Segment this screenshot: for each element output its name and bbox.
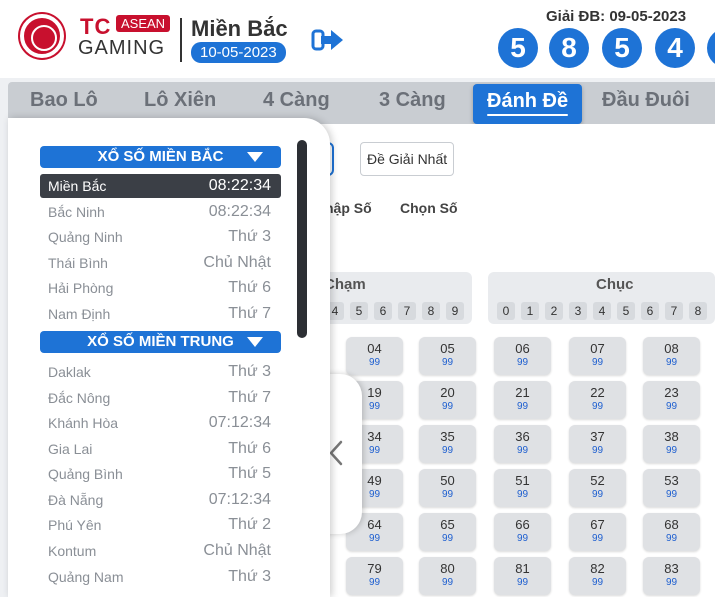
group-cham-title: Chạm	[324, 276, 366, 293]
brand-gaming: GAMING	[78, 37, 166, 59]
cham-digit[interactable]: 6	[374, 302, 392, 320]
chuc-digit[interactable]: 3	[569, 302, 587, 320]
number-cell[interactable]: 37 99	[569, 425, 626, 463]
number-cell[interactable]: 79 99	[346, 557, 403, 595]
number-cell[interactable]: 35 99	[419, 425, 476, 463]
chip-logo-icon	[20, 14, 64, 58]
section-title: XỔ SỐ MIỀN BẮC	[97, 148, 224, 165]
brand-asean-badge: ASEAN	[116, 15, 171, 32]
sidebar-item-daklak[interactable]: Daklak Thứ 3	[40, 360, 281, 384]
chuc-digit[interactable]: 0	[497, 302, 515, 320]
tab-bao-lo[interactable]: Bao Lô	[30, 89, 98, 112]
cham-digit[interactable]: 7	[398, 302, 416, 320]
region-date: 10-05-2023	[191, 42, 286, 63]
number-cell[interactable]: 05 99	[419, 337, 476, 375]
number-cell[interactable]: 68 99	[643, 513, 700, 551]
number-cell[interactable]: 06 99	[494, 337, 551, 375]
header-divider	[180, 18, 182, 62]
sidebar-item-bac-ninh[interactable]: Bắc Ninh 08:22:34	[40, 200, 281, 224]
sidebar-item-mien-bac[interactable]: Miền Bắc 08:22:34	[40, 174, 281, 198]
sidebar-item-nam-dinh[interactable]: Nam Định Thứ 7	[40, 302, 281, 326]
sidebar-item-quang-nam[interactable]: Quảng Nam Thứ 3	[40, 565, 281, 589]
chuc-digit[interactable]: 8	[689, 302, 707, 320]
number-cell[interactable]: 08 99	[643, 337, 700, 375]
tab-lo-xien[interactable]: Lô Xiên	[144, 89, 216, 112]
number-cell[interactable]: 80 99	[419, 557, 476, 595]
number-cell[interactable]: 67 99	[569, 513, 626, 551]
number-cell[interactable]: 20 99	[419, 381, 476, 419]
region-name: Miền Bắc	[191, 16, 288, 41]
result-digit-partial	[707, 28, 715, 68]
section-mien-bac-header[interactable]: XỔ SỐ MIỀN BẮC	[40, 146, 281, 168]
mode-nhap-so[interactable]: hập Số	[325, 200, 372, 216]
sidebar-item-dac-nong[interactable]: Đắc Nông Thứ 7	[40, 386, 281, 410]
tab-danh-de[interactable]: Đánh Đề	[473, 84, 583, 124]
sidebar-item-thai-binh[interactable]: Thái Bình Chủ Nhật	[40, 251, 281, 275]
number-cell[interactable]: 66 99	[494, 513, 551, 551]
number-cell[interactable]: 21 99	[494, 381, 551, 419]
sidebar-item-gia-lai[interactable]: Gia Lai Thứ 6	[40, 437, 281, 461]
tab-3-cang[interactable]: 3 Càng	[379, 89, 446, 112]
number-cell[interactable]: 04 99	[346, 337, 403, 375]
sidebar-item-kontum[interactable]: Kontum Chủ Nhật	[40, 539, 281, 563]
result-digit: 5	[498, 28, 538, 68]
number-cell[interactable]: 51 99	[494, 469, 551, 507]
sidebar-item-quang-ninh[interactable]: Quảng Ninh Thứ 3	[40, 225, 281, 249]
sidebar-item-phu-yen[interactable]: Phú Yên Thứ 2	[40, 513, 281, 537]
number-cell[interactable]: 23 99	[643, 381, 700, 419]
number-cell[interactable]: 83 99	[643, 557, 700, 595]
section-mien-trung-header[interactable]: XỔ SỐ MIỀN TRUNG	[40, 331, 281, 353]
subtab-de-giai-nhat[interactable]: Đề Giải Nhất	[360, 142, 454, 176]
sidebar-item-khanh-hoa[interactable]: Khánh Hòa 07:12:34	[40, 411, 281, 435]
lottery-sidebar: XỔ SỐ MIỀN BẮC Miền Bắc 08:22:34 Bắc Ninh…	[8, 118, 330, 597]
special-prize-label: Giải ĐB: 09-05-2023	[546, 8, 687, 25]
tab-4-cang[interactable]: 4 Càng	[263, 89, 330, 112]
caret-down-icon	[247, 152, 263, 162]
result-digit: 5	[602, 28, 642, 68]
sidebar-scrollbar[interactable]	[297, 140, 307, 338]
number-cell[interactable]: 65 99	[419, 513, 476, 551]
cham-digit[interactable]: 5	[350, 302, 368, 320]
sidebar-item-hai-phong[interactable]: Hải Phòng Thứ 6	[40, 276, 281, 300]
header: TC ASEAN GAMING Miền Bắc 10-05-2023 Giải…	[0, 0, 715, 78]
number-cell[interactable]: 50 99	[419, 469, 476, 507]
sidebar-item-quang-binh[interactable]: Quảng Bình Thứ 5	[40, 462, 281, 486]
caret-down-icon	[247, 337, 263, 347]
chuc-digit[interactable]: 6	[641, 302, 659, 320]
number-cell[interactable]: 07 99	[569, 337, 626, 375]
result-digit: 4	[655, 28, 695, 68]
chuc-digit[interactable]: 5	[617, 302, 635, 320]
cham-digit[interactable]: 8	[422, 302, 440, 320]
chuc-digit[interactable]: 1	[521, 302, 539, 320]
number-cell[interactable]: 38 99	[643, 425, 700, 463]
mode-chon-so[interactable]: Chọn Số	[400, 200, 458, 216]
number-cell[interactable]: 52 99	[569, 469, 626, 507]
sidebar-item-da-nang[interactable]: Đà Nẵng 07:12:34	[40, 488, 281, 512]
tab-dau-duoi[interactable]: Đầu Đuôi	[602, 89, 690, 112]
chuc-digit[interactable]: 4	[593, 302, 611, 320]
result-digit: 8	[549, 28, 589, 68]
number-cell[interactable]: 81 99	[494, 557, 551, 595]
chuc-digit[interactable]: 2	[545, 302, 563, 320]
cham-digit[interactable]: 9	[446, 302, 464, 320]
number-cell[interactable]: 82 99	[569, 557, 626, 595]
chuc-digit[interactable]: 7	[665, 302, 683, 320]
arrow-right-icon[interactable]	[311, 26, 345, 54]
section-title: XỔ SỐ MIỀN TRUNG	[87, 333, 234, 350]
number-cell[interactable]: 36 99	[494, 425, 551, 463]
group-chuc-title: Chục	[596, 276, 634, 293]
number-cell[interactable]: 22 99	[569, 381, 626, 419]
number-cell[interactable]: 53 99	[643, 469, 700, 507]
